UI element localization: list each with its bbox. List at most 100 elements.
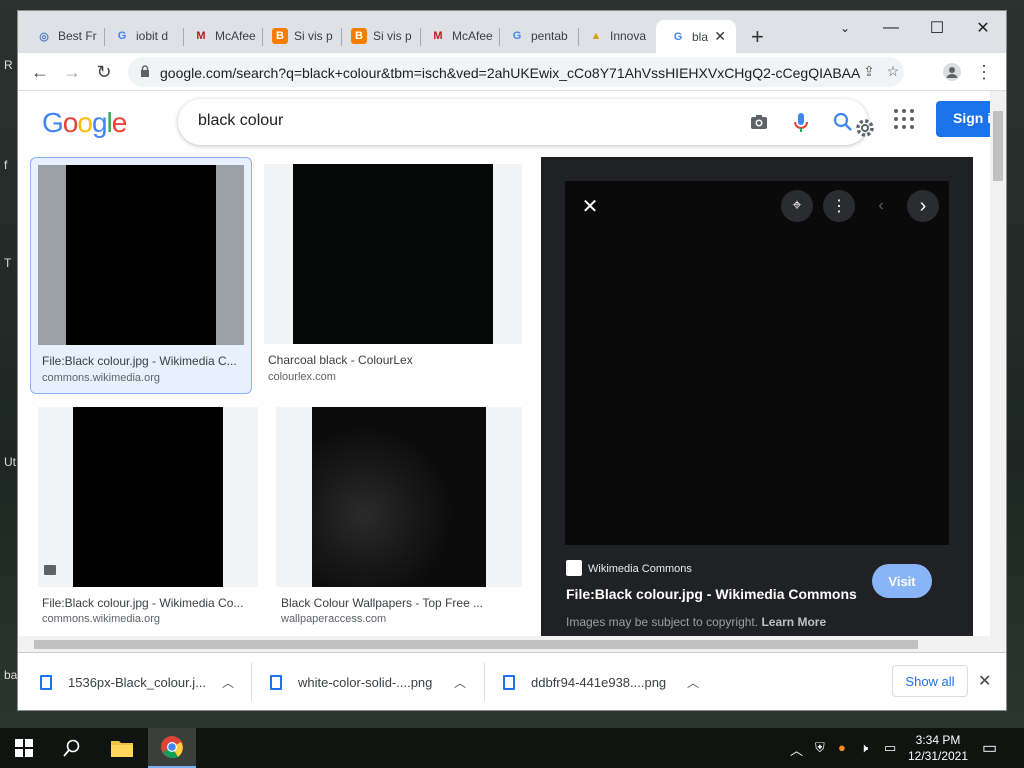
browser-tab[interactable]: Giobit d	[100, 21, 180, 51]
image-result-card[interactable]: Black Colour Wallpapers - Top Free ... w…	[276, 400, 526, 630]
chrome-window: ◎ Best Fr Giobit d M McAfee B Si vis p B Si …	[18, 11, 1006, 710]
chrome-taskbar-icon[interactable]	[148, 728, 196, 768]
wikimedia-icon	[566, 560, 582, 576]
lens-search-icon[interactable]: ⌖	[781, 190, 813, 222]
chevron-up-icon[interactable]: ︿	[687, 674, 699, 691]
search-icon[interactable]	[48, 728, 96, 768]
google-apps-icon[interactable]	[894, 109, 914, 129]
reload-button[interactable]: ↻	[92, 61, 116, 83]
image-result-card[interactable]: Charcoal black - ColourLex colourlex.com	[264, 157, 522, 394]
volume-muted-icon[interactable]: 🕨	[860, 740, 868, 756]
url-text: google.com/search?q=black+colour&tbm=isc…	[160, 65, 860, 81]
google-images-page: Google Sign i File:Black colour.jpg - Wi…	[18, 91, 1006, 650]
blogger-icon: B	[272, 28, 288, 44]
more-options-icon[interactable]: ⋮	[823, 190, 855, 222]
preview-title[interactable]: File:Black colour.jpg - Wikimedia Common…	[566, 586, 857, 602]
close-window-button[interactable]: ✕	[960, 15, 1006, 41]
result-title[interactable]: File:Black colour.jpg - Wikimedia Co...	[42, 596, 252, 610]
download-filename: white-color-solid-....png	[298, 674, 433, 690]
preview-site-name[interactable]: Wikimedia Commons	[588, 563, 692, 575]
chevron-up-icon[interactable]: ︿	[222, 674, 234, 691]
learn-more-link[interactable]: Learn More	[761, 615, 826, 629]
network-icon[interactable]: ▭	[884, 740, 896, 756]
show-all-downloads-button[interactable]: Show all	[892, 665, 968, 697]
browser-tab[interactable]: B Si vis p	[258, 21, 338, 51]
desktop-icon-label[interactable]: T	[4, 256, 11, 270]
download-item[interactable]: ddbfr94-441e938....png ︿	[503, 653, 703, 710]
image-results-grid: File:Black colour.jpg - Wikimedia C... c…	[18, 157, 538, 650]
tab-search-icon[interactable]: ⌄	[822, 15, 868, 41]
download-item[interactable]: 1536px-Black_colour.j... ︿	[40, 653, 240, 710]
desktop-icon-label[interactable]: f	[4, 158, 7, 172]
system-clock[interactable]: 3:34 PM 12/31/2021	[906, 732, 970, 764]
security-shield-icon[interactable]: ⛨	[815, 740, 825, 756]
next-image-icon[interactable]: ›	[907, 190, 939, 222]
close-tab-icon[interactable]: ✕	[714, 28, 726, 45]
file-icon	[270, 674, 282, 690]
back-button[interactable]: ←	[28, 61, 52, 83]
show-hidden-icons-chevron[interactable]: ︿	[790, 740, 803, 759]
file-icon	[40, 674, 52, 690]
image-result-card[interactable]: File:Black colour.jpg - Wikimedia C... c…	[30, 157, 252, 394]
copyright-notice: Images may be subject to copyright. Lear…	[566, 615, 827, 629]
browser-tab[interactable]: ◎ Best Fr	[22, 21, 102, 51]
image-result-card[interactable]: File:Black colour.jpg - Wikimedia Co... …	[30, 400, 258, 630]
avast-icon[interactable]: ●	[838, 740, 846, 755]
browser-tab[interactable]: M McAfee	[179, 21, 259, 51]
search-box[interactable]	[178, 99, 868, 145]
camera-search-icon[interactable]	[748, 111, 770, 133]
blogger-icon: B	[351, 28, 367, 44]
share-icon[interactable]: ⇪	[860, 63, 878, 81]
google-icon: G	[512, 30, 522, 42]
result-source: commons.wikimedia.org	[42, 613, 160, 625]
microphone-icon[interactable]	[790, 111, 812, 133]
file-icon	[503, 674, 515, 690]
chrome-menu-icon[interactable]: ⋮	[972, 61, 996, 83]
browser-tab[interactable]: M McAfee	[416, 21, 496, 51]
new-tab-button[interactable]: +	[751, 24, 764, 50]
mcafee-icon: M	[196, 30, 206, 42]
image-badge-icon	[44, 565, 56, 575]
bookmark-star-icon[interactable]: ☆	[884, 63, 902, 81]
globe-icon: ◎	[39, 30, 49, 43]
desktop-icon-label[interactable]: Ut	[4, 455, 16, 469]
preview-image[interactable]	[565, 181, 949, 545]
notification-center-icon[interactable]: ▭	[982, 738, 997, 758]
google-logo[interactable]: Google	[42, 107, 127, 139]
close-preview-icon[interactable]: ✕	[574, 190, 606, 222]
forward-button[interactable]: →	[60, 61, 84, 83]
browser-tab[interactable]: ▲ Innova	[574, 21, 654, 51]
google-icon: G	[673, 30, 683, 43]
result-title[interactable]: Black Colour Wallpapers - Top Free ...	[281, 596, 521, 610]
close-downloads-bar-icon[interactable]: ✕	[978, 671, 991, 691]
result-thumbnail[interactable]	[276, 407, 522, 587]
address-bar[interactable]: google.com/search?q=black+colour&tbm=isc…	[128, 57, 904, 87]
result-title[interactable]: File:Black colour.jpg - Wikimedia C...	[42, 354, 242, 368]
result-thumbnail[interactable]	[264, 164, 522, 344]
search-input[interactable]	[198, 112, 718, 130]
result-title[interactable]: Charcoal black - ColourLex	[268, 353, 518, 367]
maximize-button[interactable]: ☐	[914, 15, 960, 41]
download-filename: 1536px-Black_colour.j...	[68, 674, 207, 690]
search-icon[interactable]	[832, 111, 854, 133]
browser-tab[interactable]: Gpentab	[495, 21, 575, 51]
result-thumbnail[interactable]	[38, 165, 244, 345]
desktop-icon-label[interactable]: R	[4, 58, 13, 72]
horizontal-scroll-thumb[interactable]	[34, 640, 918, 649]
result-thumbnail[interactable]	[38, 407, 258, 587]
profile-avatar-icon[interactable]	[940, 61, 964, 83]
windows-start-icon[interactable]	[0, 728, 48, 768]
chevron-up-icon[interactable]: ︿	[454, 674, 466, 691]
settings-gear-icon[interactable]	[854, 117, 876, 139]
file-explorer-icon[interactable]	[98, 728, 146, 768]
download-item[interactable]: white-color-solid-....png ︿	[270, 653, 470, 710]
desktop-icon-label[interactable]: ba	[4, 668, 17, 682]
previous-image-icon[interactable]: ‹	[865, 190, 897, 222]
result-source: colourlex.com	[268, 371, 336, 383]
minimize-button[interactable]: —	[868, 15, 914, 41]
vertical-scroll-thumb[interactable]	[993, 111, 1003, 181]
visit-button[interactable]: Visit	[872, 564, 932, 598]
browser-tab-active[interactable]: Gbla ✕	[656, 20, 736, 53]
browser-toolbar: ← → ↻ google.com/search?q=black+colour&t…	[18, 53, 1006, 91]
browser-tab[interactable]: B Si vis p	[337, 21, 417, 51]
